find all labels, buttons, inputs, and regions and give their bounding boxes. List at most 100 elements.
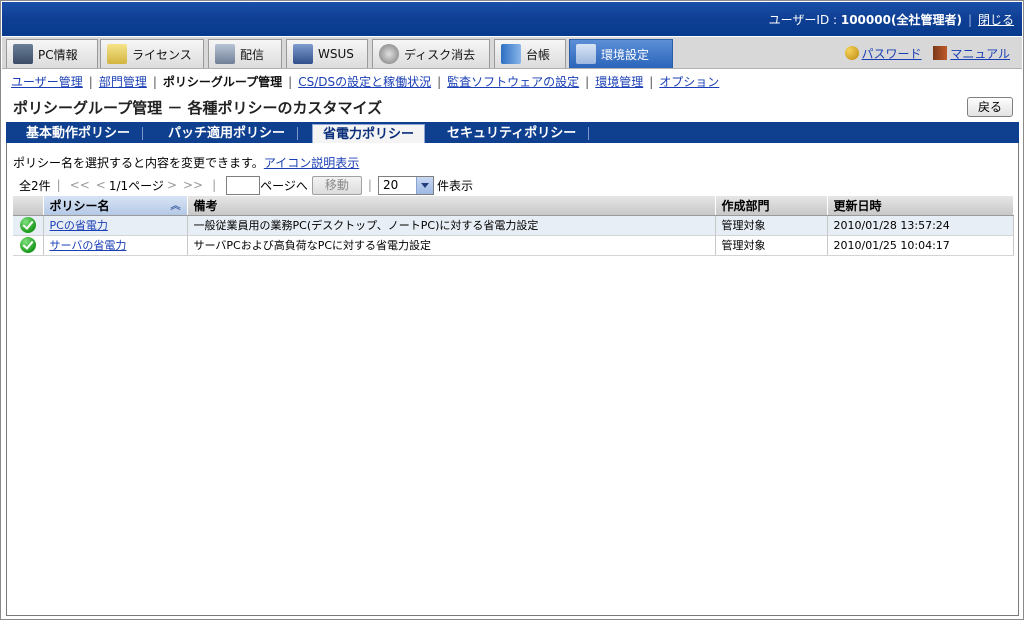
- table-row: サーバの省電力 サーバPCおよび高負荷なPCに対する省電力設定 管理対象 201…: [13, 235, 1014, 256]
- per-page-suffix: 件表示: [436, 178, 473, 193]
- tab-basic-policy[interactable]: 基本動作ポリシー: [16, 124, 144, 143]
- chevron-down-icon[interactable]: [415, 176, 433, 194]
- policy-name-cell: サーバの省電力: [43, 235, 188, 256]
- pc-icon: [13, 44, 33, 64]
- pager: 全2件 | << < 1/1ページ > >> | ページへ 移動 | 20 件表…: [19, 175, 473, 195]
- col-policy-name[interactable]: ポリシー名 ︽: [43, 196, 188, 216]
- subnav-options[interactable]: オプション: [659, 75, 719, 89]
- user-info: ユーザーID : 100000(全社管理者) | 閉じる: [769, 11, 1014, 28]
- per-page-select[interactable]: 20: [377, 175, 434, 195]
- info-message: ポリシー名を選択すると内容を変更できます。: [13, 156, 264, 170]
- prev-page-icon[interactable]: <: [96, 178, 106, 192]
- remarks-cell: 一般従業員用の業務PC(デスクトップ、ノートPC)に対する省電力設定: [187, 215, 716, 236]
- col-label: ポリシー名: [49, 198, 110, 213]
- pager-divider: |: [212, 178, 217, 192]
- back-button[interactable]: 戻る: [967, 97, 1013, 117]
- subnav-environment-management[interactable]: 環境管理: [595, 75, 643, 89]
- tab-label: 環境設定: [601, 47, 650, 62]
- tab-label: ライセンス: [132, 47, 192, 62]
- tab-label: 省電力ポリシー: [323, 127, 415, 142]
- subnav-divider: |: [152, 75, 157, 89]
- tab-pc-info[interactable]: PC情報: [6, 39, 98, 68]
- pager-divider: |: [367, 178, 372, 192]
- checkmark-icon: [19, 217, 36, 233]
- tab-ledger[interactable]: 台帳: [494, 39, 566, 68]
- col-updated[interactable]: 更新日時: [827, 196, 1014, 216]
- sort-ascending-icon: ︽: [170, 200, 181, 212]
- col-status: [13, 196, 44, 216]
- password-link[interactable]: パスワード: [862, 47, 922, 61]
- content-panel: ポリシー名を選択すると内容を変更できます。アイコン説明表示 全2件 | << <…: [6, 143, 1019, 616]
- disk-erase-icon: [379, 44, 399, 64]
- manual-link[interactable]: マニュアル: [950, 47, 1010, 61]
- close-link[interactable]: 閉じる: [978, 13, 1014, 27]
- per-page-value: 20: [382, 177, 399, 192]
- pager-divider: |: [56, 178, 61, 192]
- icon-legend-link[interactable]: アイコン説明表示: [264, 156, 359, 170]
- next-page-icon[interactable]: >: [167, 178, 177, 192]
- tab-divider: [142, 127, 144, 140]
- header-divider: |: [967, 13, 972, 27]
- sub-nav: ユーザー管理 | 部門管理 | ポリシーグループ管理 | CS/DSの設定と稼働状況 | 監査ソ…: [11, 73, 719, 90]
- tools-icon: [576, 44, 596, 64]
- subnav-policy-group-management: ポリシーグループ管理: [162, 75, 283, 89]
- tab-patch-policy[interactable]: パッチ適用ポリシー: [158, 124, 299, 143]
- tab-disk-erase[interactable]: ディスク消去: [372, 39, 490, 68]
- ledger-icon: [501, 44, 521, 64]
- status-cell: [13, 235, 44, 256]
- subnav-divider: |: [649, 75, 654, 89]
- license-icon: [107, 44, 127, 64]
- tab-label: WSUS: [318, 47, 354, 61]
- subnav-divider: |: [88, 75, 93, 89]
- tab-divider: [588, 127, 590, 140]
- tab-power-saving-policy[interactable]: 省電力ポリシー: [312, 124, 426, 143]
- utility-links: パスワード マニュアル: [844, 45, 1010, 62]
- tab-label: 配信: [240, 47, 265, 62]
- status-cell: [13, 215, 44, 236]
- policy-tabs: 基本動作ポリシー パッチ適用ポリシー 省電力ポリシー セキュリティポリシー: [6, 122, 1019, 143]
- wsus-icon: [293, 44, 313, 64]
- page-info: 1/1ページ: [108, 178, 164, 193]
- tab-wsus[interactable]: WSUS: [286, 39, 368, 68]
- tab-security-policy[interactable]: セキュリティポリシー: [437, 124, 590, 143]
- subnav-divider: |: [585, 75, 590, 89]
- department-cell: 管理対象: [715, 215, 828, 236]
- last-page-icon[interactable]: >>: [183, 178, 203, 192]
- move-button[interactable]: 移動: [311, 175, 362, 195]
- user-id-label: ユーザーID :: [768, 13, 841, 27]
- tab-label: 基本動作ポリシー: [26, 126, 131, 141]
- updated-cell: 2010/01/28 13:57:24: [827, 215, 1014, 236]
- page-number-input[interactable]: [226, 175, 261, 195]
- subnav-department-management[interactable]: 部門管理: [99, 75, 147, 89]
- col-remarks[interactable]: 備考: [187, 196, 716, 216]
- tab-label: 台帳: [526, 47, 551, 62]
- table-header-row: ポリシー名 ︽ 備考 作成部門 更新日時: [13, 196, 1014, 216]
- subnav-audit-software[interactable]: 監査ソフトウェアの設定: [447, 75, 579, 89]
- tab-distribution[interactable]: 配信: [208, 39, 282, 68]
- subnav-csds-settings[interactable]: CS/DSの設定と稼働状況: [298, 75, 431, 89]
- updated-cell: 2010/01/25 10:04:17: [827, 235, 1014, 256]
- tab-label: セキュリティポリシー: [447, 126, 577, 141]
- page-title: ポリシーグループ管理 － 各種ポリシーのカスタマイズ: [13, 99, 383, 117]
- book-icon: [933, 46, 948, 60]
- policy-link[interactable]: PCの省電力: [50, 219, 108, 232]
- tab-label: ディスク消去: [404, 47, 476, 62]
- distribution-icon: [215, 44, 235, 64]
- application-window: ユーザーID : 100000(全社管理者) | 閉じる PC情報 ライセンス 配信…: [0, 0, 1024, 620]
- tab-label: パッチ適用ポリシー: [168, 126, 286, 141]
- subnav-user-management[interactable]: ユーザー管理: [11, 75, 83, 89]
- user-id-value: 100000(全社管理者): [840, 13, 962, 27]
- main-nav: PC情報 ライセンス 配信 WSUS ディスク消去 台帳 環境設定 パスワード …: [2, 37, 1022, 69]
- tab-settings[interactable]: 環境設定: [569, 39, 673, 68]
- col-department[interactable]: 作成部門: [715, 196, 828, 216]
- checkmark-icon: [19, 237, 36, 253]
- table-row: PCの省電力 一般従業員用の業務PC(デスクトップ、ノートPC)に対する省電力設…: [13, 215, 1014, 236]
- key-icon: [844, 46, 859, 60]
- tab-license[interactable]: ライセンス: [100, 39, 204, 68]
- subnav-divider: |: [288, 75, 293, 89]
- page-suffix: ページへ: [260, 178, 308, 193]
- policy-link[interactable]: サーバの省電力: [50, 239, 127, 252]
- policy-table: ポリシー名 ︽ 備考 作成部門 更新日時 PCの省電力 一般従業員用の業務PC(デ…: [13, 196, 1014, 256]
- department-cell: 管理対象: [715, 235, 828, 256]
- first-page-icon[interactable]: <<: [70, 178, 90, 192]
